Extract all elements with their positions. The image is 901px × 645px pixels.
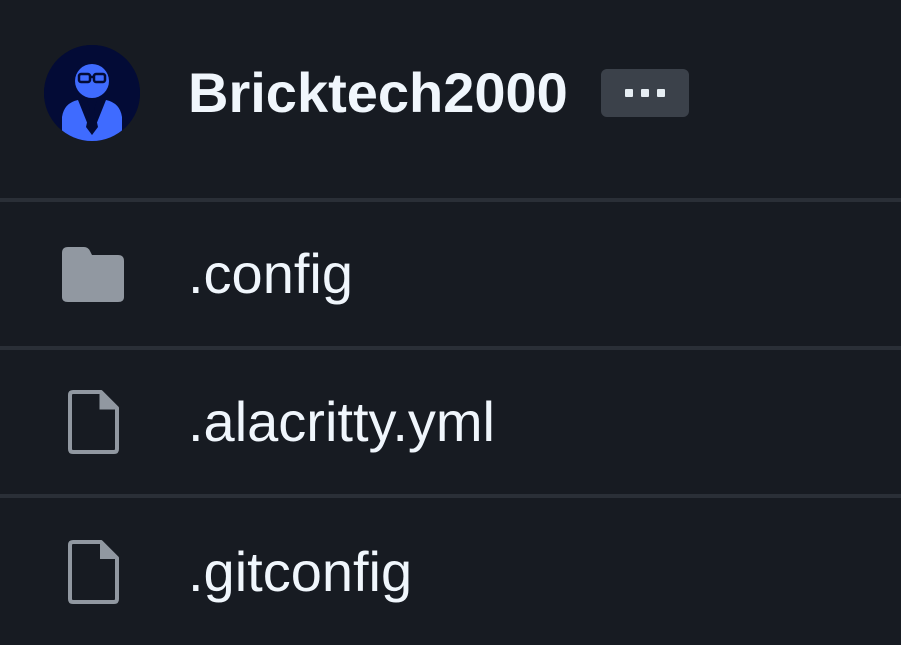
file-row-alacritty[interactable]: .alacritty.yml — [0, 350, 901, 498]
more-button[interactable] — [600, 69, 689, 117]
avatar-icon — [44, 45, 140, 141]
file-row-gitconfig[interactable]: .gitconfig — [0, 498, 901, 645]
ellipsis-dot — [640, 89, 649, 97]
user-avatar[interactable] — [44, 45, 140, 141]
folder-icon — [58, 239, 128, 309]
file-name[interactable]: .alacritty.yml — [188, 394, 495, 450]
file-icon — [58, 387, 128, 457]
ellipsis-dot — [624, 89, 633, 97]
file-row-config[interactable]: .config — [0, 202, 901, 350]
username-link[interactable]: Bricktech2000 — [188, 65, 568, 121]
file-browser: Bricktech2000 .config .alacritty.yml .gi… — [0, 0, 901, 645]
file-name[interactable]: .config — [188, 246, 353, 302]
file-name[interactable]: .gitconfig — [188, 544, 412, 600]
header-inner: Bricktech2000 — [44, 45, 689, 141]
repo-header: Bricktech2000 — [0, 0, 901, 202]
file-icon — [58, 537, 128, 607]
ellipsis-dot — [656, 89, 665, 97]
